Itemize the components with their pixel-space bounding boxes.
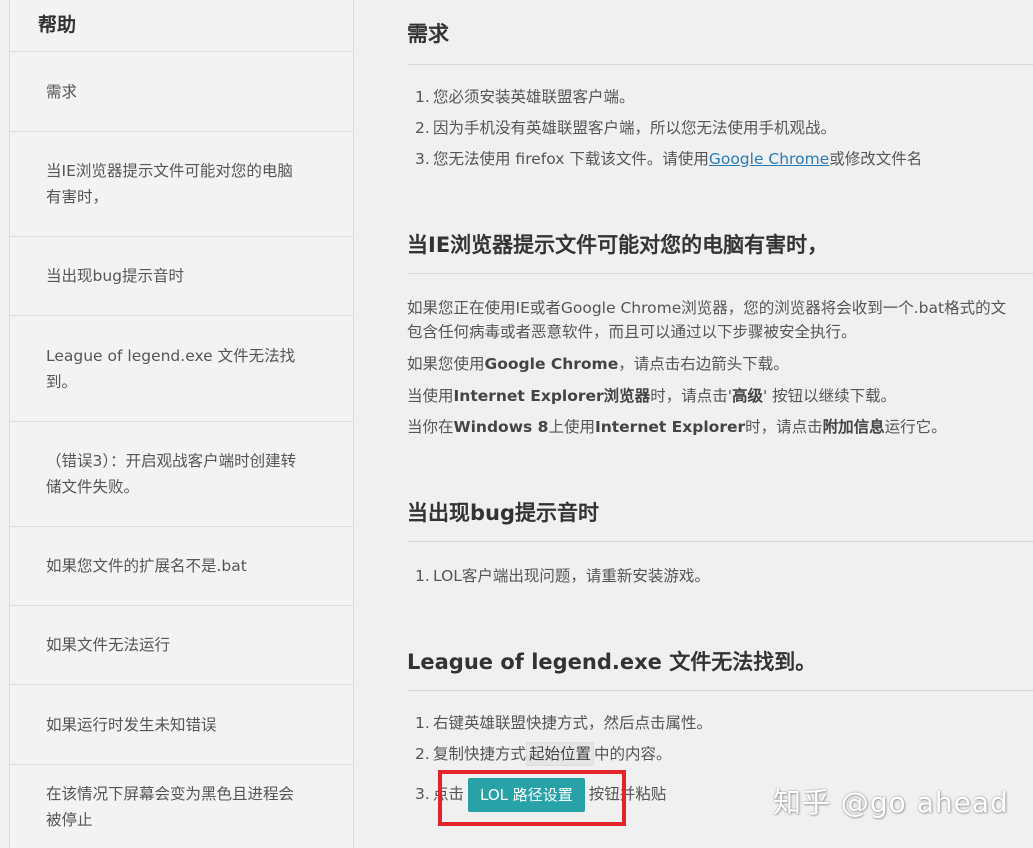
sidebar-item-black-screen[interactable]: 在该情况下屏幕会变为黑色且进程会 被停止 bbox=[10, 765, 353, 848]
watermark: 知乎 @go ahead bbox=[773, 786, 1009, 819]
google-chrome-link[interactable]: Google Chrome bbox=[709, 150, 829, 168]
ie-warning-paragraph-ie: 当使用Internet Explorer浏览器时，请点击'高级' 按钮以继续下载… bbox=[407, 387, 897, 405]
sidebar-item-label: 如果您文件的扩展名不是.bat bbox=[46, 557, 247, 575]
section-title-bug-sound: 当出现bug提示音时 bbox=[407, 501, 600, 525]
sidebar-item-label: 需求 bbox=[46, 82, 78, 101]
sidebar-item-label: 如果文件无法运行 bbox=[46, 636, 171, 654]
ie-warning-paragraph-win8: 当你在Windows 8上使用Internet Explorer时，请点击附加信… bbox=[407, 418, 947, 436]
sidebar-item-label: 在该情况下屏幕会变为黑色且进程会 bbox=[46, 784, 295, 803]
list-item: 1. 右键英雄联盟快捷方式，然后点击属性。 bbox=[415, 714, 713, 732]
main-content: 需求 1. 您必须安装英雄联盟客户端。 2. 因为手机没有英雄联盟客户端，所以您无法… bbox=[355, 0, 1033, 848]
sidebar-item-extension[interactable]: 如果您文件的扩展名不是.bat bbox=[10, 527, 353, 606]
sidebar-item-cannot-run[interactable]: 如果文件无法运行 bbox=[10, 606, 353, 685]
list-item: 1. LOL客户端出现问题，请重新安装游戏。 bbox=[415, 567, 710, 585]
highlight-annotation-box bbox=[438, 770, 626, 826]
sidebar-item-label: 当出现bug提示音时 bbox=[46, 267, 185, 285]
list-item: 3. 您无法使用 firefox 下载该文件。请使用Google Chrome或修… bbox=[415, 150, 923, 168]
requirements-list: 1. 您必须安装英雄联盟客户端。 2. 因为手机没有英雄联盟客户端，所以您无法使用手… bbox=[415, 82, 922, 175]
list-item: 2. 因为手机没有英雄联盟客户端，所以您无法使用手机观战。 bbox=[415, 119, 837, 137]
divider bbox=[407, 273, 1033, 274]
sidebar-item-unknown-error[interactable]: 如果运行时发生未知错误 bbox=[10, 685, 353, 765]
section-title-ie-warning: 当IE浏览器提示文件可能对您的电脑有害时， bbox=[407, 233, 829, 257]
list-item: 2. 复制快捷方式 起始位置 中的内容。 bbox=[415, 739, 712, 770]
start-location-code: 起始位置 bbox=[526, 742, 595, 766]
section-title-requirements: 需求 bbox=[407, 22, 449, 46]
sidebar-item-error-3[interactable]: （错误3）：开启观战客户端时创建转 储文件失败。 bbox=[10, 422, 353, 527]
ie-warning-paragraph-chrome: 如果您使用Google Chrome，请点击右边箭头下载。 bbox=[407, 355, 789, 373]
sidebar-item-label: 被停止 bbox=[46, 810, 93, 829]
sidebar-item-label: 储文件失败。 bbox=[46, 478, 140, 496]
sidebar-item-label: 有害时， bbox=[46, 188, 109, 206]
sidebar-item-label: League of legend.exe 文件无法找 bbox=[46, 346, 296, 365]
sidebar-item-ie-warning[interactable]: 当IE浏览器提示文件可能对您的电脑 有害时， bbox=[10, 132, 353, 237]
divider bbox=[407, 64, 1033, 65]
sidebar-item-requirements[interactable]: 需求 bbox=[10, 52, 353, 132]
sidebar-item-label: 当IE浏览器提示文件可能对您的电脑 bbox=[46, 162, 293, 180]
bug-sound-list: 1. LOL客户端出现问题，请重新安装游戏。 bbox=[415, 561, 710, 592]
sidebar-item-label: 如果运行时发生未知错误 bbox=[46, 715, 217, 734]
list-item: 1. 您必须安装英雄联盟客户端。 bbox=[415, 88, 635, 106]
divider bbox=[407, 690, 1033, 691]
divider bbox=[407, 541, 1033, 542]
sidebar-title: 帮助 bbox=[10, 0, 353, 52]
sidebar-item-exe-not-found[interactable]: League of legend.exe 文件无法找 到。 bbox=[10, 316, 353, 422]
sidebar-item-label: 到。 bbox=[46, 372, 78, 391]
sidebar: 帮助 需求 当IE浏览器提示文件可能对您的电脑 有害时， 当出现bug提示音时 … bbox=[9, 0, 354, 848]
sidebar-item-label: （错误3）：开启观战客户端时创建转 bbox=[46, 452, 297, 470]
ie-warning-paragraph-1: 如果您正在使用IE或者Google Chrome浏览器，您的浏览器将会收到一个.… bbox=[407, 299, 1007, 341]
sidebar-item-bug-sound[interactable]: 当出现bug提示音时 bbox=[10, 237, 353, 316]
section-title-exe-not-found: League of legend.exe 文件无法找到。 bbox=[407, 650, 817, 674]
